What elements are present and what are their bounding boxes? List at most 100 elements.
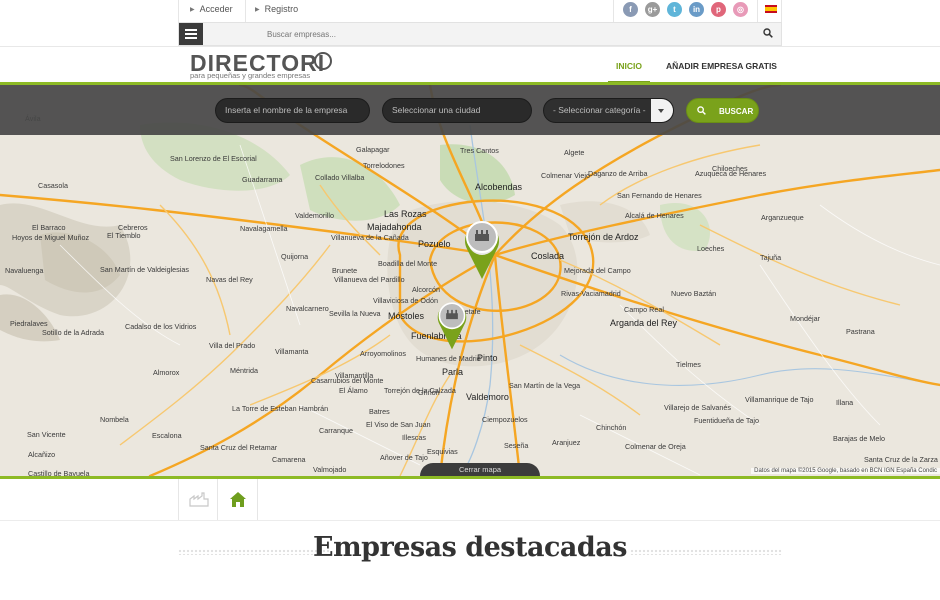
map-marker[interactable]: [435, 299, 469, 351]
search-icon[interactable]: [763, 28, 773, 38]
map-city-label: Almorox: [153, 368, 180, 377]
map-city-label: El Tiemblo: [107, 231, 141, 240]
map-city-label: Colmenar Viejo: [541, 171, 591, 180]
search-button[interactable]: BUSCAR: [686, 98, 759, 123]
map-city-label: Mejorada del Campo: [564, 266, 631, 275]
map-city-label: El Viso de San Juan: [366, 420, 431, 429]
twitter-icon[interactable]: t: [667, 2, 682, 17]
map-city-label: Barajas de Melo: [833, 434, 885, 443]
map-city-label: Valdemorillo: [295, 211, 335, 220]
map-city-label: Valdemoro: [466, 392, 509, 402]
map-city-label: Arganzueque: [761, 213, 804, 222]
map-city-label: Valmojado: [313, 465, 347, 474]
map-city-label: Majadahonda: [367, 222, 422, 232]
login-link[interactable]: ▶ Acceder: [190, 4, 233, 14]
category-tabs: [178, 479, 782, 520]
site-header: DIRECTORI para pequeñas y grandes empres…: [0, 46, 940, 83]
search-icon: [697, 106, 706, 115]
map-city-label: Loeches: [697, 244, 725, 253]
factory-icon: [189, 492, 209, 507]
dribbble-icon[interactable]: ◎: [733, 2, 748, 17]
map-city-label: Pozuelo: [418, 239, 451, 249]
map-city-label: Ciempozuelos: [482, 415, 528, 424]
category-select[interactable]: - Seleccionar categoría -: [543, 98, 674, 123]
map-city-label: Arroyomolinos: [360, 349, 406, 358]
city-input[interactable]: Seleccionar una ciudad: [382, 98, 532, 123]
map-city-label: Villarejo de Salvanés: [664, 403, 731, 412]
map[interactable]: Alcobendas Las Rozas Majadahonda Pozuelo Tor…: [0, 85, 940, 476]
map-city-label: Torrelodones: [363, 161, 405, 170]
map-city-label: El Barraco: [32, 223, 66, 232]
caret-right-icon: ▶: [190, 7, 195, 13]
map-city-label: Tielmes: [676, 360, 701, 369]
map-city-label: San Martín de la Vega: [509, 381, 581, 390]
chevron-down-icon[interactable]: [651, 99, 673, 122]
divider: [245, 0, 246, 22]
register-label: Registro: [264, 4, 299, 14]
map-city-label: Las Rozas: [384, 209, 427, 219]
logo-tagline: para pequeñas y grandes empresas: [190, 71, 311, 80]
map-city-label: Cadalso de los Vidrios: [125, 322, 197, 331]
map-city-label: Aranjuez: [552, 438, 581, 447]
linkedin-icon[interactable]: in: [689, 2, 704, 17]
map-city-label: Daganzo de Arriba: [588, 169, 648, 178]
map-city-label: Seseña: [504, 441, 529, 450]
search-input[interactable]: [209, 26, 749, 42]
map-city-label: Campo Real: [624, 305, 664, 314]
map-city-label: San Martín de Valdeiglesias: [100, 265, 189, 274]
tab-companies[interactable]: [178, 479, 218, 520]
map-city-label: El Álamo: [339, 386, 368, 395]
map-city-label: San Lorenzo de El Escorial: [170, 154, 257, 163]
google-plus-icon[interactable]: g+: [645, 2, 660, 17]
map-city-label: Carranque: [319, 426, 353, 435]
map-city-label: Santa Cruz de la Zarza: [864, 455, 938, 464]
hamburger-icon: [185, 33, 197, 35]
map-city-label: Coslada: [531, 251, 565, 261]
register-link[interactable]: ▶ Registro: [255, 4, 298, 14]
map-city-label: La Torre de Esteban Hambrán: [232, 404, 329, 413]
facebook-icon[interactable]: f: [623, 2, 638, 17]
map-city-label: Tajuña: [760, 253, 782, 262]
map-city-label: Añover de Tajo: [380, 453, 428, 462]
map-city-label: Alcobendas: [475, 182, 523, 192]
company-name-input[interactable]: Inserta el nombre de la empresa: [215, 98, 370, 123]
map-city-label: Piedralaves: [10, 319, 48, 328]
map-city-label: Galapagar: [356, 145, 390, 154]
map-city-label: Batres: [369, 407, 390, 416]
map-city-label: Sevilla la Nueva: [329, 309, 381, 318]
map-marker[interactable]: [462, 219, 502, 281]
pinterest-icon[interactable]: p: [711, 2, 726, 17]
map-city-label: Alcalá de Henares: [625, 211, 684, 220]
map-city-label: Villamantilla: [335, 371, 374, 380]
map-city-label: Navas del Rey: [206, 275, 253, 284]
map-city-label: San Fernando de Henares: [617, 191, 702, 200]
divider: [757, 0, 758, 22]
menu-button[interactable]: [179, 23, 203, 45]
tab-home[interactable]: [218, 479, 258, 520]
hamburger-icon: [185, 37, 197, 39]
top-bar: ▶ Acceder ▶ Registro f g+ t in p ◎: [0, 0, 940, 22]
map-city-label: Rivas-Vaciamadrid: [561, 289, 621, 298]
category-select-value: - Seleccionar categoría -: [553, 105, 646, 115]
map-city-label: Illana: [836, 398, 854, 407]
map-city-label: Parla: [442, 367, 464, 377]
map-city-label: Sotillo de la Adrada: [42, 328, 104, 337]
filter-bar: Inserta el nombre de la empresa Seleccio…: [0, 85, 940, 135]
map-city-label: Azuqueca de Henares: [695, 169, 767, 178]
map-city-label: Móstoles: [388, 311, 425, 321]
search-button-label: BUSCAR: [719, 107, 754, 116]
map-city-label: Illescas: [402, 433, 426, 442]
map-city-label: Tres Cantos: [460, 146, 499, 155]
nav-home[interactable]: INICIO: [616, 61, 642, 71]
map-city-label: Boadilla del Monte: [378, 259, 438, 268]
map-city-label: Humanes de Madrid: [416, 354, 481, 363]
map-city-label: Navaluenga: [5, 266, 44, 275]
map-city-label: Fuentidueña de Tajo: [694, 416, 760, 425]
close-map-button[interactable]: Cerrar mapa: [420, 463, 540, 476]
map-city-label: Mondéjar: [790, 314, 820, 323]
map-city-label: Castillo de Bayuela: [28, 469, 90, 476]
map-city-label: Villa del Prado: [209, 341, 256, 350]
spain-flag-icon[interactable]: [765, 5, 777, 13]
map-city-label: Nombela: [100, 415, 129, 424]
nav-add-company[interactable]: AÑADIR EMPRESA GRATIS: [666, 61, 777, 71]
